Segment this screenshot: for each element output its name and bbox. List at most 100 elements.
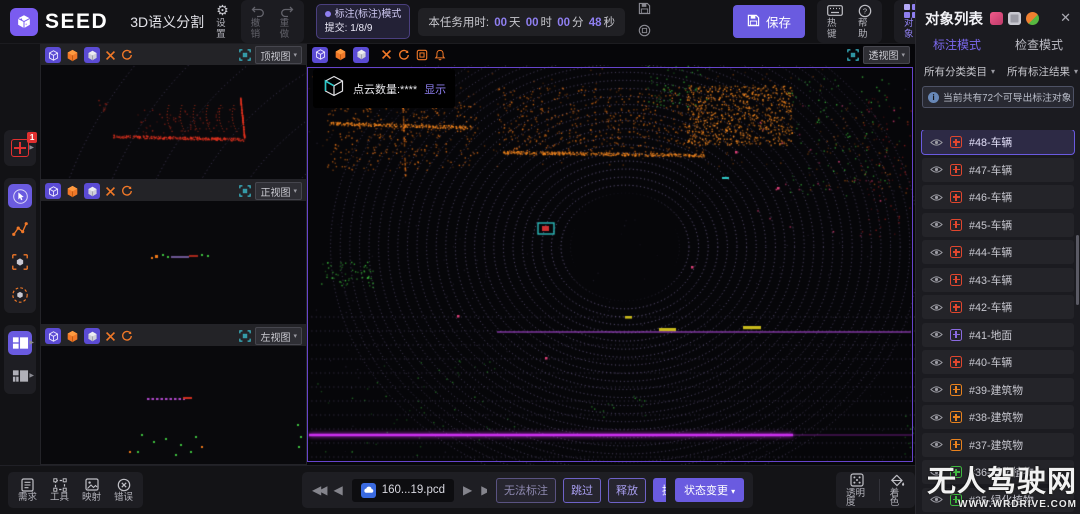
visibility-eye-icon[interactable] [930, 330, 943, 339]
layout-split-button[interactable]: ▶ [8, 331, 32, 355]
object-list-item[interactable]: #37-建筑物 [922, 433, 1074, 457]
bell-icon[interactable] [434, 49, 446, 61]
next-frame-button[interactable]: ▶ [463, 483, 472, 497]
autosave-icon[interactable] [638, 24, 651, 42]
cube-wire-button[interactable] [45, 47, 61, 63]
visibility-eye-icon[interactable] [930, 385, 943, 394]
result-filter-select[interactable]: 所有标注结果▾ [1007, 64, 1078, 79]
visibility-eye-icon[interactable] [930, 495, 943, 504]
expand-icon[interactable] [381, 49, 392, 60]
cube-solid-button[interactable] [334, 48, 347, 61]
transparency-button[interactable]: 透明度 [846, 473, 869, 508]
floppy-icon[interactable] [638, 2, 651, 20]
visibility-eye-icon[interactable] [930, 220, 943, 229]
left-view-canvas[interactable] [41, 346, 306, 464]
cube-shaded-button[interactable] [84, 183, 100, 199]
visibility-eye-icon[interactable] [930, 440, 943, 449]
object-list-item[interactable]: #43-车辆 [922, 268, 1074, 292]
tab-review-mode[interactable]: 检查模式 [998, 36, 1080, 58]
focus-icon[interactable] [239, 49, 251, 61]
object-list-item[interactable]: #41-地面 [922, 323, 1074, 347]
front-view-select[interactable]: 正视图▾ [255, 182, 302, 200]
object-list-item[interactable]: #44-车辆 [922, 240, 1074, 264]
expand-icon[interactable] [105, 50, 116, 61]
focus-icon[interactable] [239, 185, 251, 197]
object-list-item[interactable]: #38-建筑物 [922, 405, 1074, 429]
first-frame-button[interactable]: ◀◀ [312, 483, 324, 497]
object-list-item[interactable]: #40-车辆 [922, 350, 1074, 374]
expand-icon[interactable] [105, 331, 116, 342]
refresh-icon[interactable] [121, 185, 133, 197]
layout-grid-button[interactable]: ▶ [8, 364, 32, 388]
hotkeys-button[interactable]: 热键 [827, 3, 843, 40]
mapping-button[interactable]: 映射 [82, 477, 101, 503]
palette-badge-icon[interactable] [1026, 12, 1039, 25]
visibility-eye-icon[interactable] [930, 413, 943, 422]
square-badge-icon[interactable] [1008, 12, 1021, 25]
category-palette-button[interactable]: 1 ▶ [8, 136, 32, 160]
cube-solid-button[interactable] [66, 49, 79, 62]
object-list-item[interactable]: #47-车辆 [922, 158, 1074, 182]
cube-shaded-button[interactable] [84, 47, 100, 63]
expand-icon[interactable] [105, 186, 116, 197]
skip-button[interactable]: 跳过 [563, 478, 601, 503]
save-button[interactable]: 保存 [733, 5, 805, 38]
frame-icon[interactable] [416, 49, 428, 61]
focus-icon[interactable] [239, 330, 251, 342]
object-list-item[interactable]: #45-车辆 [922, 213, 1074, 237]
close-icon[interactable]: ✕ [1060, 10, 1071, 26]
refresh-icon[interactable] [398, 49, 410, 61]
visibility-eye-icon[interactable] [930, 358, 943, 367]
cube-solid-button[interactable] [66, 330, 79, 343]
settings-button[interactable]: ⚙ 设置 [216, 3, 229, 40]
current-file-pill[interactable]: 160...19.pcd [352, 479, 454, 502]
scale-tool-button[interactable] [8, 250, 32, 274]
visibility-eye-icon[interactable] [930, 165, 943, 174]
cube-shaded-button[interactable] [353, 47, 369, 63]
cube-shaded-button[interactable] [84, 328, 100, 344]
errors-button[interactable]: 错误 [114, 477, 133, 503]
tools-button[interactable]: 工具 [50, 477, 69, 503]
visibility-eye-icon[interactable] [930, 468, 943, 477]
object-list-item[interactable]: #39-建筑物 [922, 378, 1074, 402]
cube-wire-button[interactable] [45, 183, 61, 199]
folder-badge-icon[interactable] [990, 12, 1003, 25]
top-view-select[interactable]: 顶视图▾ [255, 46, 302, 64]
tab-annotate-mode[interactable]: 标注模式 [916, 36, 998, 58]
show-link[interactable]: 显示 [424, 81, 446, 97]
visibility-eye-icon[interactable] [930, 275, 943, 284]
redo-button[interactable]: 重做 [280, 3, 294, 40]
object-list-item[interactable]: #46-车辆 [922, 185, 1074, 209]
visibility-eye-icon[interactable] [930, 303, 943, 312]
main-view-select[interactable]: 透视图▾ [863, 46, 910, 64]
colorize-button[interactable]: 着色 [890, 473, 905, 508]
panel-scrollbar[interactable] [1076, 235, 1079, 305]
release-button[interactable]: 释放 [608, 478, 646, 503]
focus-icon[interactable] [847, 49, 859, 61]
prev-frame-button[interactable]: ◀ [333, 483, 342, 497]
requirements-button[interactable]: 需求 [18, 477, 37, 503]
cube-solid-button[interactable] [66, 185, 79, 198]
object-list-item[interactable]: #42-车辆 [922, 295, 1074, 319]
visibility-eye-icon[interactable] [930, 248, 943, 257]
refresh-icon[interactable] [121, 49, 133, 61]
status-change-button[interactable]: 状态变更 ▾ [675, 478, 744, 502]
main-view-canvas[interactable] [307, 65, 915, 465]
cube-wire-button[interactable] [312, 47, 328, 63]
top-view-canvas[interactable] [41, 65, 306, 179]
object-list-item[interactable]: #36-绿化植物 [922, 460, 1074, 484]
refresh-icon[interactable] [121, 330, 133, 342]
object-list-item[interactable]: #48-车辆 [922, 130, 1074, 154]
select-tool-button[interactable] [8, 184, 32, 208]
rotate-tool-button[interactable] [8, 283, 32, 307]
polyline-tool-button[interactable] [8, 217, 32, 241]
cube-wire-button[interactable] [45, 328, 61, 344]
cannot-annotate-button[interactable]: 无法标注 [496, 478, 556, 503]
visibility-eye-icon[interactable] [930, 138, 943, 147]
category-filter-select[interactable]: 所有分类类目▾ [924, 64, 995, 79]
object-list-item[interactable]: #35-绿化植物 [922, 488, 1074, 512]
visibility-eye-icon[interactable] [930, 193, 943, 202]
help-button[interactable]: ? 帮助 [858, 3, 872, 40]
undo-button[interactable]: 撤销 [251, 3, 265, 40]
front-view-canvas[interactable] [41, 201, 306, 324]
